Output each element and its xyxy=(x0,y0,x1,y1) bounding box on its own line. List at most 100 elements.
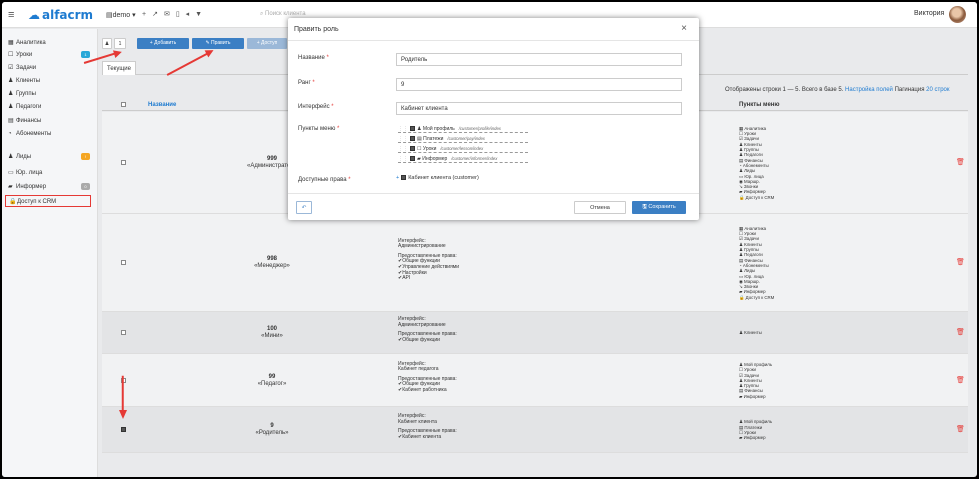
tab-current[interactable]: Текущие xyxy=(102,61,136,75)
interface-select[interactable]: Кабинет клиента xyxy=(396,102,682,115)
right-item: ✔Кабинет работника xyxy=(398,387,447,394)
sidebar-item-9[interactable]: ▭ Юр. лица xyxy=(8,167,92,179)
sidebar-item-icon: ▤ xyxy=(8,118,14,124)
col-name-header[interactable]: Название xyxy=(148,102,176,108)
drag-handle-icon[interactable]: ⋮⋮ xyxy=(398,146,408,152)
search-input[interactable]: ⌕ Поиск клиента xyxy=(260,11,306,18)
sidebar-item-label: Юр. лица xyxy=(16,170,43,176)
drag-handle-icon[interactable]: ⋮⋮ xyxy=(398,156,408,162)
sidebar-item-label: Клиенты xyxy=(16,78,41,84)
row-checkbox[interactable] xyxy=(121,260,126,265)
row-checkbox[interactable] xyxy=(121,427,126,432)
menu-item: ▰ Информер xyxy=(739,393,766,399)
rights-label: Доступные права * xyxy=(298,177,351,183)
menu-items-cell: ▦ Аналитика ☐ Уроки ☑ Задачи ♟ Клиенты ♟ Гру… xyxy=(739,126,859,200)
table-row[interactable]: 100 «Мини» Интерфейс: Администрирование Пред… xyxy=(102,312,968,354)
rank-input[interactable]: 9 xyxy=(396,78,682,91)
sidebar-item-0[interactable]: ▦ Аналитика xyxy=(8,37,92,49)
edit-role-modal: Править роль × Название * Родитель Ранг … xyxy=(288,18,699,220)
table-row[interactable]: 9 «Родитель» Интерфейс: Кабинет клиента Пред… xyxy=(102,407,968,453)
close-icon[interactable]: × xyxy=(681,23,687,34)
sidebar-item-icon: ▦ xyxy=(8,40,14,46)
sidebar-badge: ! xyxy=(81,153,90,160)
table-row[interactable]: 99 «Педагог» Интерфейс: Кабинет педагога Пре… xyxy=(102,354,968,407)
menu-item-row[interactable]: ⋮⋮ ▰ Информер/customer/informer/index xyxy=(398,154,528,163)
sidebar-badge: 0 xyxy=(81,183,90,190)
edit-button[interactable]: ✎ Править xyxy=(192,38,244,49)
right-item: ✔Кабинет клиента xyxy=(398,433,442,440)
menu-items-cell: ♟ Клиенты xyxy=(739,330,859,335)
menu-item-path: /customer/profile/index xyxy=(458,126,501,131)
sidebar-item-icon: ▰ xyxy=(8,184,13,190)
sidebar-item-icon: ♟ xyxy=(8,104,14,110)
sidebar-item-2[interactable]: ☑ Задачи xyxy=(8,62,92,74)
table-row[interactable]: 998 «Менеджер» Интерфейс: Администрирование… xyxy=(102,214,968,312)
menu-item-checkbox[interactable] xyxy=(410,146,415,151)
per-page-link[interactable]: 20 строк xyxy=(926,87,949,93)
menu-item-row[interactable]: ⋮⋮ ☐ Уроки/customer/lesson/index xyxy=(398,144,528,153)
user-icon: ♟ xyxy=(104,41,110,47)
sidebar-item-3[interactable]: ♟ Клиенты xyxy=(8,75,92,87)
menu-item-path: /customer/lesson/index xyxy=(440,146,484,151)
menu-item-path: /customer/informer/index xyxy=(451,156,498,161)
trash-icon[interactable]: 🗑 xyxy=(956,158,965,166)
sidebar-item-4[interactable]: ♟ Группы xyxy=(8,88,92,100)
menu-items-cell: ♟ Мой профиль ☐ Уроки ☑ Задачи ♟ Клиенты ♟ Г… xyxy=(739,362,859,399)
menu-item-checkbox[interactable] xyxy=(410,126,415,131)
reset-button[interactable]: ↶ xyxy=(296,201,312,214)
rights-checkbox[interactable] xyxy=(401,175,407,180)
trash-icon[interactable]: 🗑 xyxy=(956,376,965,384)
sidebar-item-label: Задачи xyxy=(16,65,37,71)
quick-tools[interactable]: +↗✉▯◂▼ xyxy=(142,10,208,18)
trash-icon[interactable]: 🗑 xyxy=(956,258,965,266)
sidebar-item-10[interactable]: ▰ Информер 0 xyxy=(8,181,92,193)
menu-item-checkbox[interactable] xyxy=(410,136,415,141)
role-cell: 9 «Родитель» xyxy=(232,423,312,437)
menu-item-row[interactable]: ⋮⋮ ▤ Платежи/customer/pay/index xyxy=(398,134,528,143)
rights-checkbox-row[interactable]: + Кабинет клиента (customer) xyxy=(396,175,479,181)
menu-items-cell: ▦ Аналитика ☐ Уроки ☑ Задачи ♟ Клиенты ♟ Гру… xyxy=(739,226,859,300)
trash-icon[interactable]: 🗑 xyxy=(956,328,965,336)
role-name: «Менеджер» xyxy=(254,263,290,269)
user-name[interactable]: Виктория xyxy=(914,10,944,17)
fields-settings-link[interactable]: Настройка полей xyxy=(845,87,893,93)
access-button[interactable]: + Доступ xyxy=(247,38,287,49)
row-checkbox[interactable] xyxy=(121,330,126,335)
avatar[interactable] xyxy=(949,6,966,23)
rows-shown: Отображены строки 1 — 5. Всего в базе 5. xyxy=(725,87,844,93)
sidebar-item-label: Доступ к CRM xyxy=(17,199,57,205)
drag-handle-icon[interactable]: ⋮⋮ xyxy=(398,136,408,142)
sidebar-item-8[interactable]: ♟ Лиды! xyxy=(8,151,92,163)
menu-item-checkbox[interactable] xyxy=(410,156,415,161)
menu-items-label: Пункты меню * xyxy=(298,126,340,132)
menu-item-row[interactable]: ⋮⋮ ♟ Мой профиль/customer/profile/index xyxy=(398,124,528,133)
save-button[interactable]: 🖫 Сохранить xyxy=(632,201,686,214)
sidebar-item-icon: ♟ xyxy=(8,154,14,160)
role-cell: 100 «Мини» xyxy=(232,326,312,340)
plus-icon: + xyxy=(396,175,400,181)
sidebar-item-1[interactable]: ☐ Уроки 1 xyxy=(8,49,92,61)
sidebar-item-label: Аналитика xyxy=(16,40,46,46)
sidebar-item-11[interactable]: 🔒Доступ к CRM xyxy=(5,195,91,207)
sidebar-item-7[interactable]: ◔ Абонементы xyxy=(8,128,92,140)
app-logo[interactable]: ☁ alfacrm xyxy=(28,8,93,22)
sidebar: ▦ Аналитика ☐ Уроки 1 ☑ Задачи ♟ Клиенты ♟ Группы ♟… xyxy=(2,29,98,477)
sidebar-item-5[interactable]: ♟ Педагоги xyxy=(8,101,92,113)
trash-icon[interactable]: 🗑 xyxy=(956,425,965,433)
page-button-1[interactable]: ♟ xyxy=(102,38,112,49)
select-all-checkbox[interactable] xyxy=(121,102,126,107)
sidebar-item-icon: ♟ xyxy=(8,78,14,84)
row-checkbox[interactable] xyxy=(121,160,126,165)
add-button[interactable]: + Добавить xyxy=(137,38,189,49)
role-rank: 998 xyxy=(266,256,277,262)
drag-handle-icon[interactable]: ⋮⋮ xyxy=(398,126,408,132)
cancel-button[interactable]: Отмена xyxy=(574,201,626,214)
name-label: Название * xyxy=(298,55,329,61)
sidebar-item-6[interactable]: ▤ Финансы xyxy=(8,115,92,127)
search-placeholder: Поиск клиента xyxy=(265,11,306,17)
name-input[interactable]: Родитель xyxy=(396,53,682,66)
menu-icon[interactable]: ≡ xyxy=(8,9,14,21)
org-selector[interactable]: ▤demo ▾ xyxy=(106,11,136,19)
role-name: «Мини» xyxy=(261,333,283,339)
role-details: Интерфейс: Кабинет клиента Предоставленные… xyxy=(398,413,598,440)
